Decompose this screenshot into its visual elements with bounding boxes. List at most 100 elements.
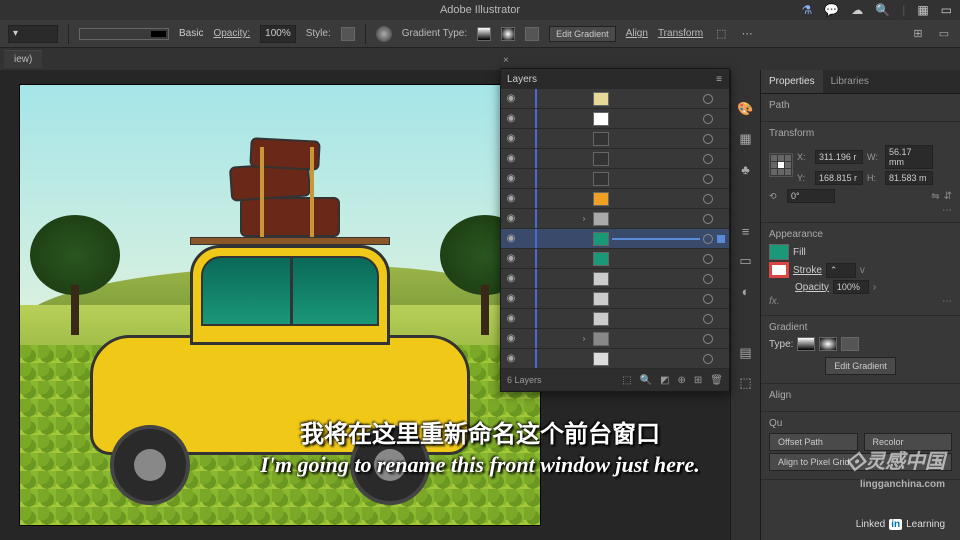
visibility-icon[interactable]: ◉ — [505, 253, 517, 265]
expand-icon[interactable]: › — [579, 214, 589, 223]
grad-swatch-3[interactable] — [525, 27, 539, 41]
target-icon[interactable] — [703, 134, 713, 144]
target-icon[interactable] — [703, 334, 713, 344]
opacity-value[interactable]: 100% — [260, 25, 296, 43]
stroke-preview[interactable] — [79, 28, 169, 40]
layer-row[interactable]: ◉ — [501, 229, 729, 249]
layer-row[interactable]: ◉ — [501, 149, 729, 169]
layers-panel-header[interactable]: × Layers ≡ — [501, 69, 729, 89]
target-icon[interactable] — [703, 94, 713, 104]
flip-h-icon[interactable]: ⇋ — [931, 191, 939, 202]
target-icon[interactable] — [703, 354, 713, 364]
clip-mask-icon[interactable]: ◩ — [660, 375, 669, 386]
y-field[interactable]: 168.815 r — [815, 171, 863, 185]
visibility-icon[interactable]: ◉ — [505, 313, 517, 325]
layer-row[interactable]: ◉ — [501, 249, 729, 269]
visibility-icon[interactable]: ◉ — [505, 213, 517, 225]
rotate-field[interactable]: 0° — [787, 189, 835, 203]
visibility-icon[interactable]: ◉ — [505, 193, 517, 205]
isolate-icon[interactable]: ⬚ — [713, 26, 729, 42]
h-field[interactable]: 81.583 m — [885, 171, 933, 185]
layers-panel[interactable]: × Layers ≡ ◉◉◉◉◉◉◉›◉◉◉◉◉◉›◉ 6 Layers ⬚ 🔍… — [500, 68, 730, 392]
layer-row[interactable]: ◉ — [501, 289, 729, 309]
new-sublayer-icon[interactable]: ⊕ — [678, 375, 686, 386]
layer-row[interactable]: ◉ — [501, 189, 729, 209]
layer-row[interactable]: ◉ — [501, 109, 729, 129]
expand-icon[interactable]: › — [579, 334, 589, 343]
search-icon[interactable]: 🔍 — [875, 3, 890, 17]
more-icon[interactable]: ⋯ — [739, 26, 755, 42]
target-icon[interactable] — [703, 274, 713, 284]
layer-row[interactable]: ◉› — [501, 329, 729, 349]
target-icon[interactable] — [703, 174, 713, 184]
target-icon[interactable] — [703, 314, 713, 324]
layer-row[interactable]: ◉ — [501, 309, 729, 329]
fx-label[interactable]: fx. — [769, 296, 780, 307]
visibility-icon[interactable]: ◉ — [505, 113, 517, 125]
stroke-weight[interactable]: ⌃ — [826, 263, 856, 278]
workspace-icon[interactable]: ▦ — [917, 3, 928, 17]
visibility-icon[interactable]: ◉ — [505, 333, 517, 345]
stroke-icon[interactable]: ≡ — [737, 222, 755, 240]
grad-radial[interactable] — [819, 337, 837, 351]
layer-row[interactable]: ◉ — [501, 349, 729, 369]
cloud-icon[interactable]: ☁ — [851, 3, 863, 17]
visibility-icon[interactable]: ◉ — [505, 153, 517, 165]
document-tab[interactable]: iew) — [4, 50, 42, 68]
grid-icon[interactable]: ⊞ — [910, 26, 926, 42]
transform-link[interactable]: Transform — [658, 28, 703, 39]
search-layer-icon[interactable]: 🔍 — [640, 375, 652, 386]
arrange-icon[interactable]: ▭ — [941, 3, 952, 17]
layer-row[interactable]: ◉ — [501, 269, 729, 289]
target-icon[interactable] — [703, 294, 713, 304]
flip-v-icon[interactable]: ⇵ — [944, 191, 952, 202]
panel-menu-icon[interactable]: ≡ — [716, 74, 723, 85]
panel-close-icon[interactable]: × — [503, 55, 509, 66]
more-options-icon[interactable]: ⋯ — [942, 296, 952, 307]
more-options-icon[interactable]: ⋯ — [769, 205, 952, 216]
new-layer-icon[interactable]: ⊞ — [694, 375, 702, 386]
color-icon[interactable]: 🎨 — [737, 100, 755, 118]
target-icon[interactable] — [703, 154, 713, 164]
align-link[interactable]: Align — [626, 28, 648, 39]
brushes-icon[interactable]: ▭ — [737, 252, 755, 270]
fill-dropdown[interactable]: ▾ — [8, 25, 58, 43]
locate-icon[interactable]: ⬚ — [622, 375, 631, 386]
target-icon[interactable] — [703, 254, 713, 264]
gradient-circle-icon[interactable] — [376, 26, 392, 42]
visibility-icon[interactable]: ◉ — [505, 93, 517, 105]
layer-row[interactable]: ◉ — [501, 129, 729, 149]
style-swatch[interactable] — [341, 27, 355, 41]
target-icon[interactable] — [703, 114, 713, 124]
x-field[interactable]: 311.196 r — [815, 150, 863, 164]
target-icon[interactable] — [703, 194, 713, 204]
tab-properties[interactable]: Properties — [761, 70, 823, 93]
layer-row[interactable]: ◉ — [501, 89, 729, 109]
flask-icon[interactable]: ⚗ — [802, 3, 813, 17]
grad-swatch-2[interactable] — [501, 27, 515, 41]
chat-icon[interactable]: 💬 — [824, 3, 839, 17]
fill-swatch[interactable] — [769, 244, 789, 260]
layer-row[interactable]: ◉› — [501, 209, 729, 229]
tab-libraries[interactable]: Libraries — [823, 70, 877, 93]
swatches-icon[interactable]: ▦ — [737, 130, 755, 148]
stroke-profile[interactable]: Basic — [179, 28, 203, 39]
w-field[interactable]: 56.17 mm — [885, 145, 933, 169]
opacity-label[interactable]: Opacity: — [213, 28, 250, 39]
appearance-icon[interactable]: ◐ — [737, 282, 755, 300]
visibility-icon[interactable]: ◉ — [505, 173, 517, 185]
stroke-swatch[interactable] — [769, 262, 789, 278]
grad-linear[interactable] — [797, 337, 815, 351]
artboards-icon[interactable]: ⬚ — [737, 374, 755, 392]
visibility-icon[interactable]: ◉ — [505, 293, 517, 305]
delete-layer-icon[interactable]: 🗑 — [710, 375, 723, 386]
visibility-icon[interactable]: ◉ — [505, 133, 517, 145]
visibility-icon[interactable]: ◉ — [505, 353, 517, 365]
visibility-icon[interactable]: ◉ — [505, 233, 517, 245]
reference-point[interactable] — [769, 153, 793, 177]
panel-icon[interactable]: ▭ — [936, 26, 952, 42]
grad-free[interactable] — [841, 337, 859, 351]
target-icon[interactable] — [703, 214, 713, 224]
edit-gradient-button[interactable]: Edit Gradient — [825, 357, 896, 375]
symbols-icon[interactable]: ♣ — [737, 160, 755, 178]
